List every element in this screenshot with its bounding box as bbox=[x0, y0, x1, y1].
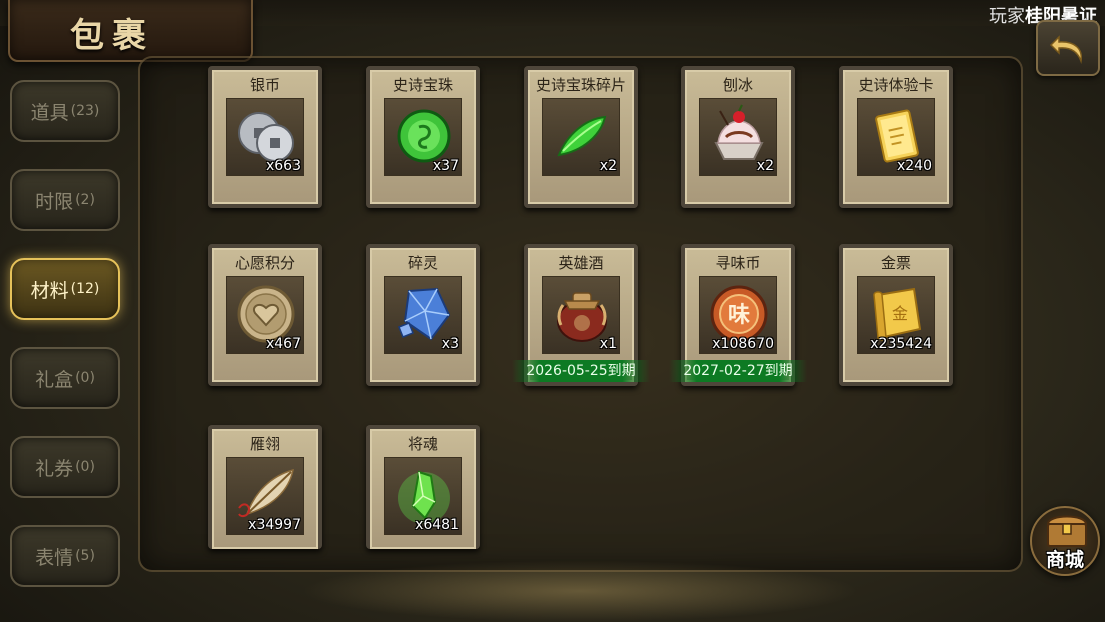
item-quantity: x663 bbox=[265, 158, 301, 174]
item-name: 史诗宝珠 bbox=[392, 76, 453, 94]
item-card-epic-trial-card[interactable]: 史诗体验卡 x240 bbox=[839, 66, 953, 208]
item-quantity: x235424 bbox=[870, 336, 932, 352]
item-quantity: x37 bbox=[432, 158, 459, 174]
floor-glow bbox=[300, 560, 860, 622]
tab-items[interactable]: 道具 (23) bbox=[10, 80, 120, 142]
item-name: 心愿积分 bbox=[234, 254, 295, 272]
item-name: 雁翎 bbox=[249, 435, 280, 453]
item-quantity: x2 bbox=[756, 158, 774, 174]
item-quantity: x467 bbox=[265, 336, 301, 352]
item-icon-frame: 金 x235424 bbox=[857, 276, 935, 354]
item-icon-frame: x37 bbox=[384, 98, 462, 176]
item-icon-frame: x1 bbox=[542, 276, 620, 354]
item-icon-frame: x240 bbox=[857, 98, 935, 176]
item-icon-frame: x34997 bbox=[226, 457, 304, 535]
back-arrow-icon bbox=[1049, 35, 1083, 64]
item-quantity: x34997 bbox=[248, 517, 301, 533]
tab-count: (0) bbox=[75, 459, 95, 475]
tab-count: (0) bbox=[75, 370, 95, 386]
page-title: 包裹 bbox=[70, 16, 154, 56]
item-card-goose-feather[interactable]: 雁翎 x34997 bbox=[208, 425, 322, 549]
tab-label: 表情 bbox=[35, 546, 74, 569]
item-card-general-soul[interactable]: 将魂 x6481 bbox=[366, 425, 480, 549]
item-quantity: x1 bbox=[599, 336, 617, 352]
item-name: 史诗宝珠碎片 bbox=[535, 76, 626, 94]
item-name: 金票 bbox=[880, 254, 911, 272]
mall-label: 商城 bbox=[1045, 549, 1084, 571]
tab-timed[interactable]: 时限 (2) bbox=[10, 169, 120, 231]
tab-count: (5) bbox=[75, 548, 95, 564]
tab-gift-boxes[interactable]: 礼盒 (0) bbox=[10, 347, 120, 409]
item-card-gold-ticket[interactable]: 金票 金 x235424 bbox=[839, 244, 953, 386]
tab-count: (12) bbox=[70, 281, 100, 297]
tab-count: (2) bbox=[75, 192, 95, 208]
item-quantity: x240 bbox=[896, 158, 932, 174]
item-name: 将魂 bbox=[407, 435, 438, 453]
tab-count: (23) bbox=[70, 103, 100, 119]
item-card-shaved-ice[interactable]: 刨冰 x2 bbox=[681, 66, 795, 208]
item-quantity: x2 bbox=[599, 158, 617, 174]
tab-label: 材料 bbox=[30, 279, 69, 302]
item-name: 银币 bbox=[249, 76, 280, 94]
player-prefix: 玩家 bbox=[989, 6, 1025, 27]
title-plaque: 包裹 bbox=[8, 0, 253, 62]
item-icon-frame: x3 bbox=[384, 276, 462, 354]
item-icon-frame: x2 bbox=[699, 98, 777, 176]
item-card-spirit-shard[interactable]: 碎灵 x3 bbox=[366, 244, 480, 386]
item-card-epic-orb[interactable]: 史诗宝珠 x37 bbox=[366, 66, 480, 208]
expiry-banner: 2027-02-27到期 bbox=[669, 360, 807, 382]
expiry-banner: 2026-05-25到期 bbox=[512, 360, 650, 382]
item-quantity: x108670 bbox=[712, 336, 774, 352]
svg-text:味: 味 bbox=[728, 303, 750, 328]
tab-vouchers[interactable]: 礼券 (0) bbox=[10, 436, 120, 498]
item-icon-frame: 味 x108670 bbox=[699, 276, 777, 354]
item-card-silver-coin[interactable]: 银币 x663 bbox=[208, 66, 322, 208]
item-card-wish-points[interactable]: 心愿积分 x467 bbox=[208, 244, 322, 386]
item-name: 史诗体验卡 bbox=[858, 76, 934, 94]
item-name: 刨冰 bbox=[722, 76, 753, 94]
item-quantity: x3 bbox=[441, 336, 459, 352]
item-name: 英雄酒 bbox=[558, 254, 604, 272]
item-icon-frame: x663 bbox=[226, 98, 304, 176]
svg-text:金: 金 bbox=[892, 304, 908, 323]
tab-label: 礼盒 bbox=[35, 368, 74, 391]
item-name: 寻味币 bbox=[715, 254, 761, 272]
item-card-flavor-coin[interactable]: 寻味币 味 x108670 2027-02-27到期 bbox=[669, 244, 807, 386]
back-button[interactable] bbox=[1036, 20, 1100, 76]
item-icon-frame: x6481 bbox=[384, 457, 462, 535]
item-name: 碎灵 bbox=[407, 254, 438, 272]
tab-label: 礼券 bbox=[35, 457, 74, 480]
item-card-epic-orb-shard[interactable]: 史诗宝珠碎片 x2 bbox=[524, 66, 638, 208]
item-card-hero-wine[interactable]: 英雄酒 x1 2026-05-25到期 bbox=[512, 244, 650, 386]
tab-label: 时限 bbox=[35, 190, 74, 213]
tab-emotes[interactable]: 表情 (5) bbox=[10, 525, 120, 587]
tab-label: 道具 bbox=[30, 101, 69, 124]
treasure-chest-icon bbox=[1046, 515, 1088, 547]
tab-materials[interactable]: 材料 (12) bbox=[10, 258, 120, 320]
item-quantity: x6481 bbox=[415, 517, 459, 533]
item-icon-frame: x2 bbox=[542, 98, 620, 176]
item-icon-frame: x467 bbox=[226, 276, 304, 354]
mall-button[interactable]: 商城 bbox=[1030, 506, 1100, 576]
